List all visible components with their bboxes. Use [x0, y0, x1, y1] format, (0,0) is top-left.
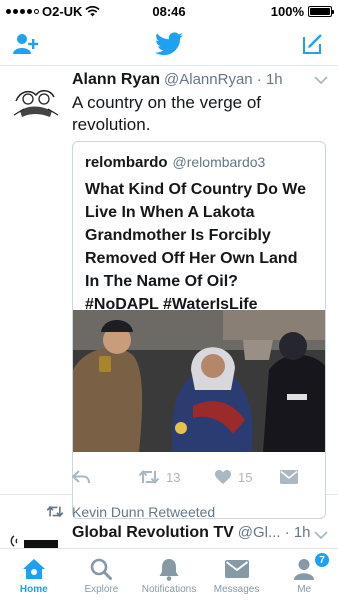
avatar[interactable]	[10, 75, 62, 127]
tab-label: Me	[297, 584, 312, 595]
search-icon	[88, 557, 114, 581]
top-nav-bar	[0, 22, 338, 66]
battery-percent: 100%	[270, 3, 304, 19]
quoted-tweet-header: relombardo @relombardo3	[85, 154, 317, 171]
tweet-header: Alann Ryan @AlannRyan · 1h	[72, 71, 330, 91]
tab-label: Explore	[84, 584, 119, 595]
direct-message-button[interactable]	[280, 470, 298, 484]
carrier-name: O2-UK	[42, 3, 83, 19]
tab-explore[interactable]: Explore	[68, 549, 136, 600]
bell-icon	[156, 557, 182, 581]
retweet-context: Kevin Dunn Retweeted	[0, 503, 338, 521]
heart-icon	[215, 470, 231, 484]
author-handle: @AlannRyan · 1h	[164, 71, 283, 88]
tab-messages[interactable]: Messages	[203, 549, 271, 600]
battery-group: 100%	[270, 3, 334, 19]
author-name[interactable]: Alann Ryan	[72, 71, 160, 89]
author-name[interactable]: Global Revolution TV	[72, 524, 234, 542]
signal-strength-icon	[6, 8, 39, 14]
tab-label: Notifications	[141, 584, 197, 595]
author-handle: @Gl... · 1h	[237, 524, 311, 541]
carrier-group: O2-UK	[6, 3, 101, 19]
tab-label: Messages	[213, 584, 260, 595]
tab-me[interactable]: Me 7	[270, 549, 338, 600]
add-user-icon[interactable]	[12, 30, 40, 58]
quoted-tweet-photo[interactable]	[73, 310, 325, 452]
quoted-author-handle: @relombardo3	[172, 154, 266, 170]
reply-icon	[72, 470, 90, 484]
envelope-icon	[224, 557, 250, 581]
notification-badge: 7	[313, 552, 330, 568]
tweet[interactable]: Alann Ryan @AlannRyan · 1h A country on …	[0, 67, 338, 519]
retweet-button[interactable]: 13	[138, 469, 180, 485]
quoted-author-name: relombardo	[85, 154, 168, 171]
compose-icon[interactable]	[298, 30, 326, 58]
tab-label: Home	[19, 584, 48, 595]
retweet-icon	[138, 469, 160, 485]
tab-home[interactable]: Home	[0, 549, 68, 600]
tweet-header: Global Revolution TV @Gl... · 1h	[72, 524, 330, 542]
like-button[interactable]: 15	[214, 469, 252, 485]
envelope-icon	[280, 470, 298, 484]
chevron-down-icon[interactable]	[314, 75, 328, 85]
quoted-tweet[interactable]: relombardo @relombardo3 What Kind Of Cou…	[72, 141, 326, 519]
wifi-icon	[85, 5, 101, 16]
status-bar: O2-UK 08:46 100%	[0, 0, 338, 22]
quoted-tweet-text: What Kind Of Country Do We Live In When …	[85, 181, 307, 313]
retweet-count: 13	[166, 469, 181, 485]
reply-button[interactable]	[72, 469, 90, 485]
home-icon	[21, 557, 47, 581]
like-count: 15	[238, 469, 253, 485]
retweet-icon	[46, 505, 64, 518]
battery-icon	[308, 5, 334, 17]
tweet-actions: 13 15	[72, 465, 312, 489]
bottom-tab-bar: Home Explore Notifications Messages Me 7	[0, 548, 338, 600]
tweet-text: A country on the verge of revolution.	[72, 93, 262, 134]
retweeted-by[interactable]: Kevin Dunn Retweeted	[72, 504, 215, 520]
chevron-down-icon[interactable]	[314, 530, 328, 540]
twitter-bird-icon	[155, 30, 183, 58]
tab-notifications[interactable]: Notifications	[135, 549, 203, 600]
